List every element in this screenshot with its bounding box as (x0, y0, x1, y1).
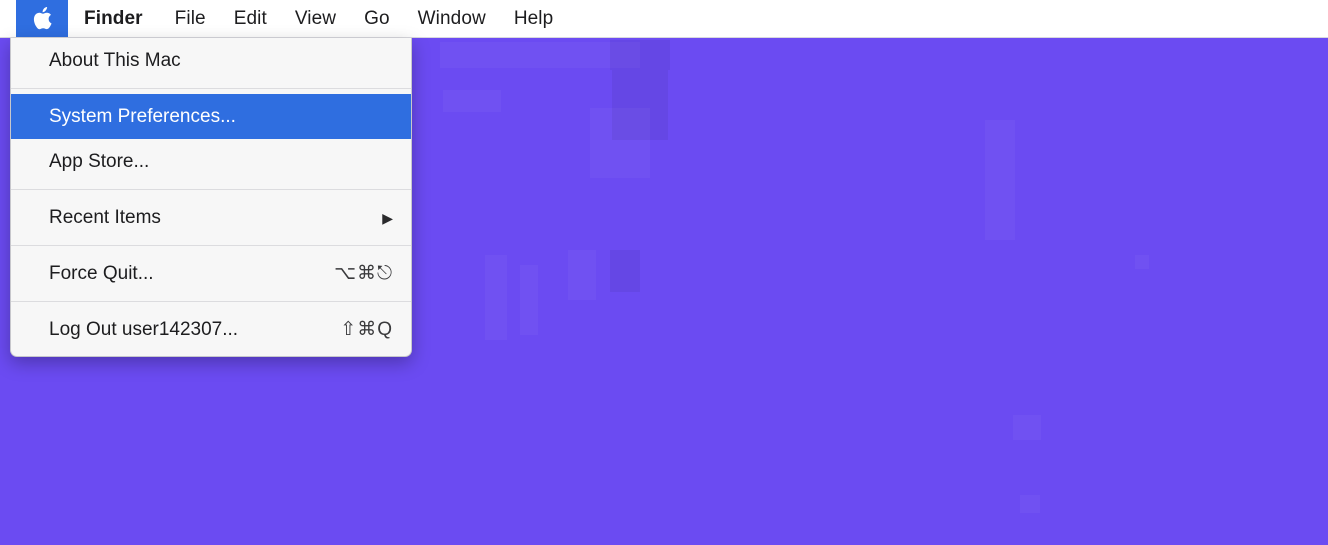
wallpaper-artifact (590, 108, 650, 178)
menubar-item-finder[interactable]: Finder (68, 0, 161, 37)
menubar-item-label: File (174, 7, 206, 29)
menu-item-force-quit[interactable]: Force Quit... ⌥⌘⎋ (11, 251, 411, 296)
menu-bar: Finder File Edit View Go Window Help (0, 0, 1328, 38)
menu-separator (11, 189, 411, 190)
wallpaper-artifact (1020, 495, 1040, 513)
menubar-item-window[interactable]: Window (404, 0, 500, 37)
menubar-item-label: Finder (84, 7, 143, 29)
menubar-item-go[interactable]: Go (350, 0, 404, 37)
menu-item-label: Log Out user142307... (49, 318, 239, 340)
menu-item-recent-items[interactable]: Recent Items ▶ (11, 195, 411, 240)
wallpaper-artifact (985, 120, 1015, 240)
menubar-item-label: Help (513, 7, 554, 29)
wallpaper-artifact (1013, 415, 1041, 440)
menubar-item-label: Go (364, 7, 390, 29)
apple-menu-button[interactable] (16, 0, 68, 37)
menubar-item-edit[interactable]: Edit (220, 0, 281, 37)
apple-menu-dropdown: About This Mac System Preferences... App… (10, 38, 412, 357)
menubar-item-file[interactable]: File (161, 0, 220, 37)
menu-separator (11, 88, 411, 89)
wallpaper-artifact (443, 90, 501, 112)
wallpaper-artifact (1135, 255, 1149, 269)
menu-item-shortcut: ⌥⌘⎋ (334, 263, 393, 284)
menubar-item-label: Window (417, 7, 486, 29)
wallpaper-artifact (612, 70, 668, 140)
menu-item-label: Recent Items (49, 206, 161, 228)
menu-item-label: App Store... (49, 150, 150, 172)
menu-item-label: About This Mac (49, 49, 181, 71)
menubar-item-label: Edit (233, 7, 267, 29)
menu-item-system-preferences[interactable]: System Preferences... (11, 94, 411, 139)
menu-item-label: Force Quit... (49, 262, 154, 284)
menu-separator (11, 245, 411, 246)
menu-separator (11, 301, 411, 302)
wallpaper-artifact (485, 255, 507, 340)
wallpaper-artifact (568, 250, 596, 300)
desktop[interactable]: Finder File Edit View Go Window Help Abo… (0, 0, 1328, 545)
wallpaper-artifact (520, 265, 538, 335)
menu-item-label: System Preferences... (49, 105, 236, 127)
menu-item-log-out[interactable]: Log Out user142307... ⇧⌘Q (11, 307, 411, 352)
chevron-right-icon: ▶ (382, 209, 393, 226)
apple-logo-icon (32, 6, 52, 31)
menubar-item-label: View (294, 7, 337, 29)
menu-item-app-store[interactable]: App Store... (11, 139, 411, 184)
wallpaper-artifact (610, 40, 670, 70)
menu-item-about-this-mac[interactable]: About This Mac (11, 38, 411, 83)
menubar-item-view[interactable]: View (281, 0, 350, 37)
wallpaper-artifact (440, 42, 640, 68)
menubar-item-help[interactable]: Help (500, 0, 567, 37)
wallpaper-artifact (610, 250, 640, 292)
menu-item-shortcut: ⇧⌘Q (340, 319, 393, 340)
